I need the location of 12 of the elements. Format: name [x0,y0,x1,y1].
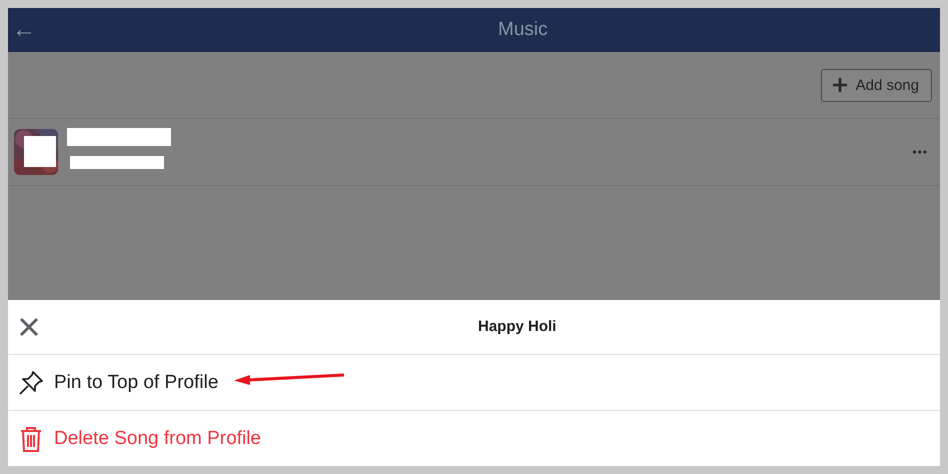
sheet-title: Happy Holi [478,318,556,335]
redaction-box [24,136,56,167]
trash-icon [19,424,43,452]
plus-icon [832,77,848,93]
menu-item[interactable]: Pin to Top of Profile [54,372,218,394]
page-title: Music [498,19,548,41]
back-button[interactable]: ← [12,16,42,44]
menu-item[interactable]: Delete Song from Profile [54,428,261,450]
add-song-button[interactable]: Add song [820,68,932,102]
pushpin-icon [18,370,44,396]
more-button[interactable]: ••• [912,145,928,159]
close-icon[interactable] [18,316,40,338]
